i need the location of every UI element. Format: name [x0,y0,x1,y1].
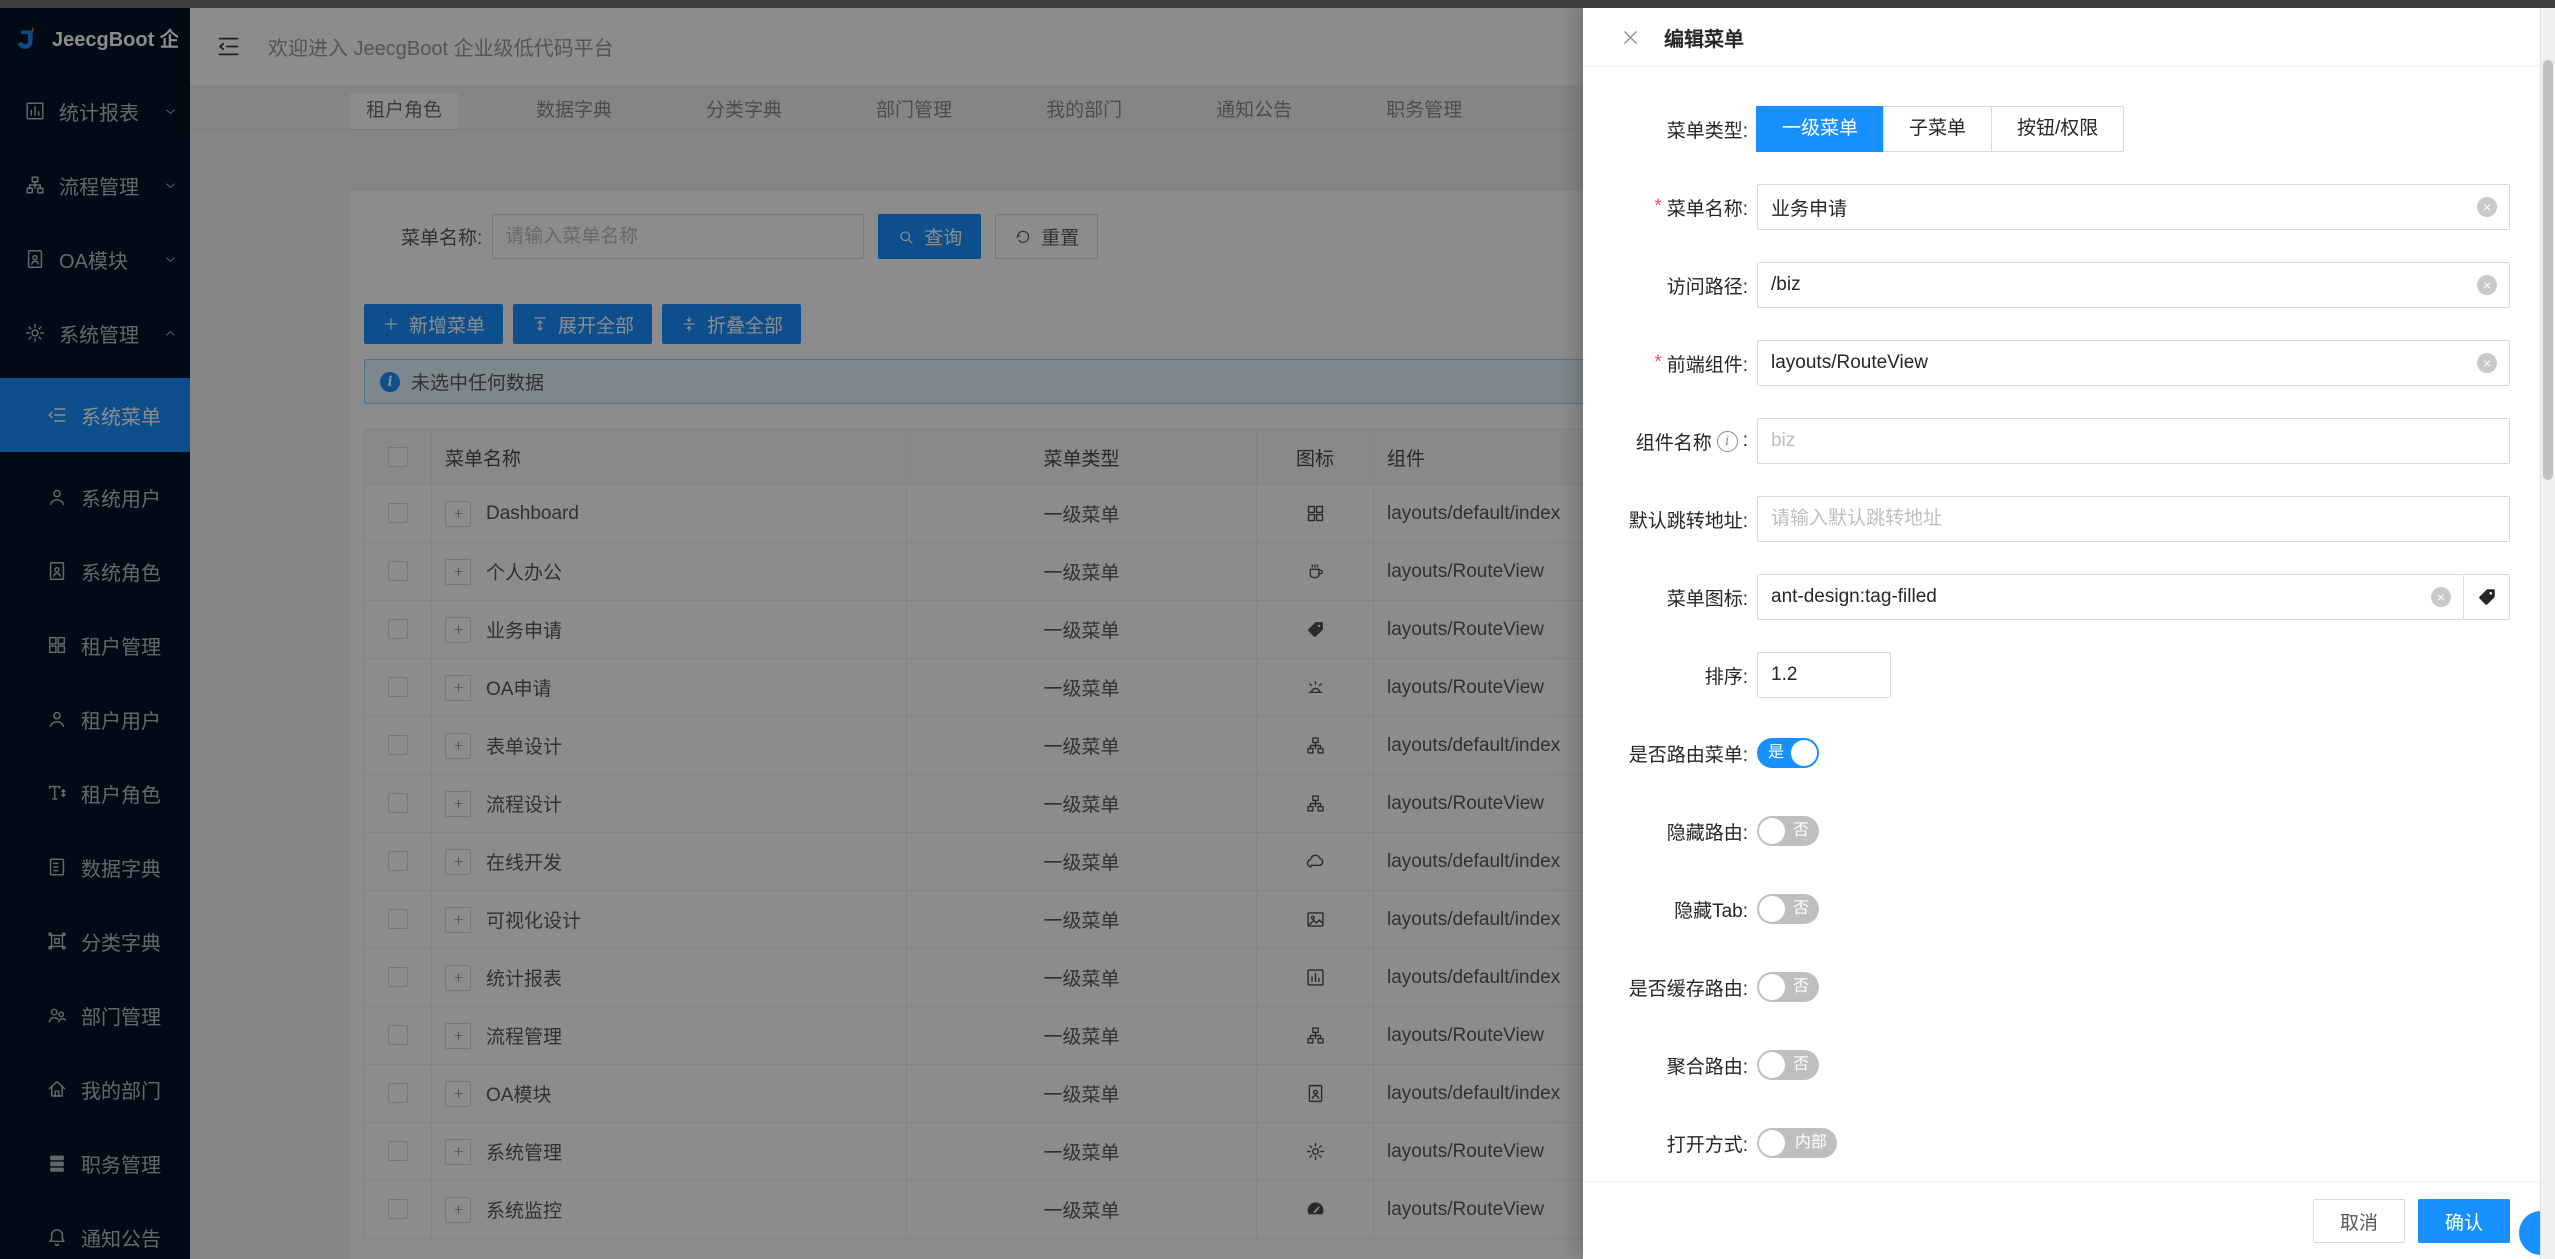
redirect-row: 默认跳转地址: [1583,496,2510,542]
toggle-label: 聚合路由: [1666,1056,1748,1078]
clear-icon[interactable] [2477,275,2497,295]
menu-type-segmented: 一级菜单 子菜单 按钮/权限 [1756,106,2125,152]
drawer-title: 编辑菜单 [1664,29,1744,51]
route-path-field[interactable] [1757,262,2510,308]
toggle-switch[interactable]: 是 [1757,738,1819,768]
sort-label: 排序: [1704,666,1748,688]
clear-icon[interactable] [2477,197,2497,217]
toggle-label: 是否缓存路由: [1628,978,1748,1000]
switch-state-text: 否 [1792,978,1809,995]
route-path-row: 访问路径: [1583,262,2510,308]
icon-picker-button[interactable] [2464,574,2510,620]
toggle-label: 隐藏Tab: [1674,900,1748,922]
component-name-label: 组件名称 [1635,432,1712,454]
sort-row: 排序: [1583,652,2510,698]
toggle-row: 隐藏路由: 否 [1583,808,2510,854]
switch-knob [1759,1130,1785,1156]
switch-state-text: 否 [1792,1056,1809,1073]
component-name-field[interactable] [1757,418,2510,464]
route-path-label: 访问路径: [1666,276,1748,298]
edit-menu-drawer: 编辑菜单 菜单类型: 一级菜单 子菜单 按钮/权限 * 菜单名称: 业务申请 ×… [1583,0,2555,1259]
toggle-row: 是否缓存路由: 否 [1583,964,2510,1010]
menu-icon-label: 菜单图标: [1666,588,1748,610]
switch-knob [1791,740,1817,766]
menu-type-option[interactable]: 一级菜单 [1756,106,1885,152]
menu-type-option[interactable]: 子菜单 [1883,106,1993,152]
toggle-switch[interactable]: 否 [1757,816,1819,846]
switch-knob [1759,818,1785,844]
close-icon[interactable] [1620,27,1641,48]
toggle-switch[interactable]: 否 [1757,894,1819,924]
toggle-switch[interactable]: 否 [1757,972,1819,1002]
component-field[interactable] [1757,340,2510,386]
switch-state-text: 否 [1792,900,1809,917]
switch-knob [1759,896,1785,922]
toggle-row: 是否路由菜单: 是 [1583,730,2510,776]
confirm-button[interactable]: 确认 [2417,1199,2510,1243]
clear-icon[interactable] [2477,353,2497,373]
toggle-row: 隐藏Tab: 否 [1583,886,2510,932]
menu-type-row: 菜单类型: 一级菜单 子菜单 按钮/权限 [1583,106,2510,152]
sort-field[interactable] [1757,652,1891,698]
page-scrollbar[interactable] [2540,8,2555,1259]
component-row: 前端组件: [1583,340,2510,386]
required-asterisk [1654,196,1661,218]
menu-icon-row: 菜单图标: [1583,574,2510,620]
scrollbar-thumb[interactable] [2543,60,2553,480]
menu-type-label: 菜单类型: [1666,120,1748,142]
toggle-rows: 是否路由菜单: 是 隐藏路由: 否 隐藏Tab: 否 是否缓存路由: 否 聚合路… [1583,730,2510,1166]
component-label: 前端组件: [1666,354,1748,376]
required-asterisk [1654,352,1661,374]
toggle-label: 是否路由菜单: [1628,744,1748,766]
toggle-label: 隐藏路由: [1666,822,1748,844]
drawer-body: 菜单类型: 一级菜单 子菜单 按钮/权限 * 菜单名称: 业务申请 × 访问路径… [1583,66,2555,1182]
drawer-header: 编辑菜单 [1583,0,2555,66]
toggle-row: 打开方式: 内部 [1583,1120,2510,1166]
browser-top-strip [0,0,2555,8]
tag-filled-icon [2476,586,2498,608]
drawer-footer: 取消 确认 [1583,1182,2555,1259]
switch-knob [1759,974,1785,1000]
toggle-label: 打开方式: [1666,1134,1748,1156]
switch-state-text: 是 [1768,744,1785,761]
redirect-field[interactable] [1757,496,2510,542]
cancel-button[interactable]: 取消 [2312,1199,2405,1243]
switch-state-text: 内部 [1794,1134,1827,1151]
menu-name-label: 菜单名称: [1666,198,1748,220]
menu-name-field[interactable] [1757,184,2510,230]
toggle-switch[interactable]: 否 [1757,1050,1819,1080]
toggle-row: 聚合路由: 否 [1583,1042,2510,1088]
component-name-row: 组件名称 [1583,418,2510,464]
menu-icon-field[interactable] [1757,574,2464,620]
menu-type-option[interactable]: 按钮/权限 [1991,106,2125,152]
info-circle-icon[interactable] [1716,430,1738,452]
switch-state-text: 否 [1792,822,1809,839]
switch-knob [1759,1052,1785,1078]
menu-name-row: 菜单名称: [1583,184,2510,230]
toggle-switch[interactable]: 内部 [1757,1128,1837,1158]
redirect-label: 默认跳转地址: [1628,510,1748,532]
clear-icon[interactable] [2431,587,2451,607]
